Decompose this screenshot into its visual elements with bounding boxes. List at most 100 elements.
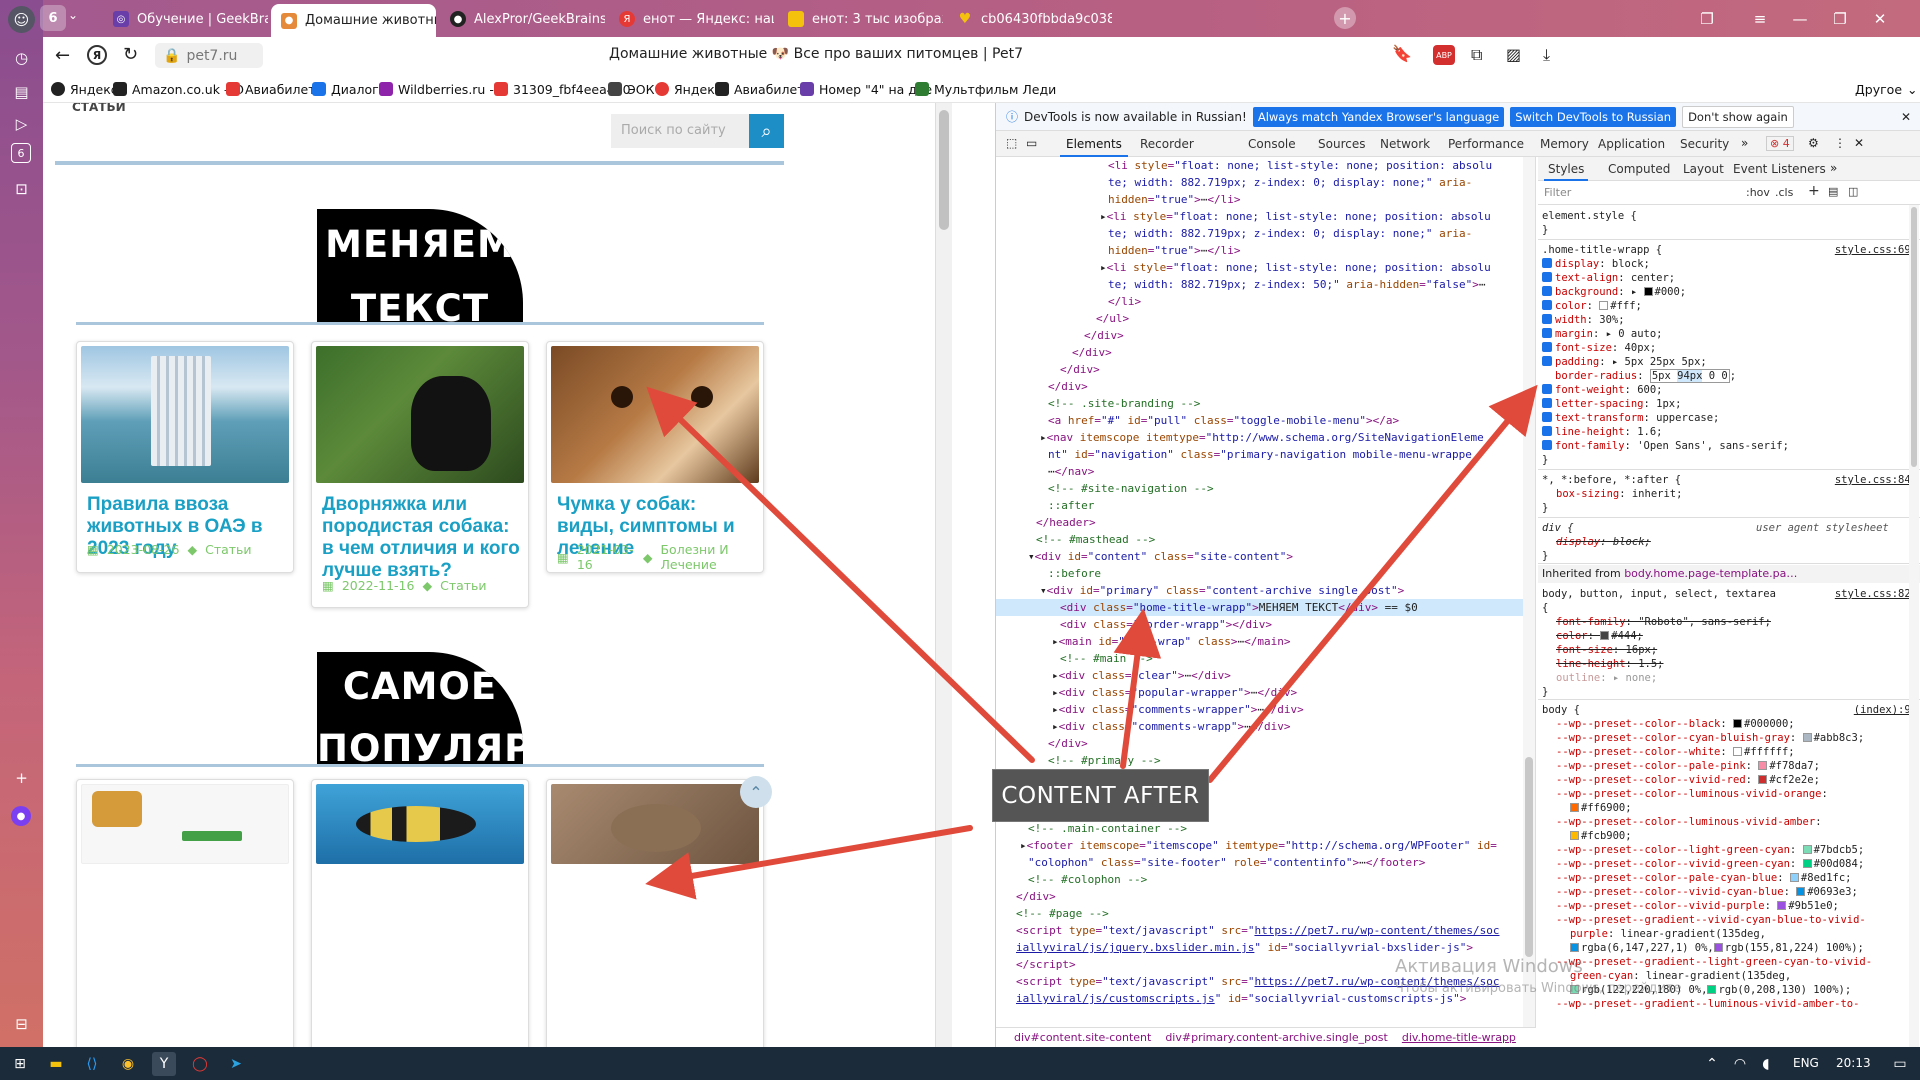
style-prop[interactable]: box-sizing: inherit; — [1556, 487, 1682, 501]
tabs-count-icon[interactable]: 6 — [11, 143, 31, 163]
style-prop[interactable]: width: 30%; — [1542, 313, 1625, 327]
dom-line[interactable]: <!-- .site-branding --> — [1048, 395, 1200, 412]
style-prop[interactable]: --wp--preset--color--light-green-cyan: #… — [1556, 843, 1864, 857]
style-prop[interactable]: #fcb900; — [1570, 829, 1632, 843]
style-prop[interactable]: purple: linear-gradient(135deg, — [1570, 927, 1766, 941]
bookmark-item[interactable]: ЭОК — [608, 79, 654, 99]
breadcrumb-item-current[interactable]: div.home-title-wrapp — [1402, 1031, 1516, 1044]
dom-line[interactable]: <!-- #page --> — [1016, 905, 1109, 922]
style-prop[interactable]: --wp--preset--gradient--vivid-cyan-blue-… — [1556, 913, 1866, 927]
bookmark-tabs-icon[interactable]: ❐ — [1687, 0, 1727, 37]
dom-line[interactable]: </div> — [1048, 735, 1088, 752]
bookmark-item[interactable]: Яндекс — [51, 79, 118, 99]
dom-line[interactable]: ▸<footer itemscope="itemscope" itemtype=… — [1020, 837, 1497, 854]
dom-line-selected[interactable]: <div class="home-title-wrapp">МЕНЯЕМ ТЕК… — [996, 599, 1523, 616]
dom-line[interactable]: ::after — [1048, 497, 1094, 514]
close-icon[interactable]: ✕ — [1901, 110, 1911, 124]
sidebar-icon[interactable]: ◫ — [1848, 185, 1858, 199]
dom-line[interactable]: ▸<div class="clear">⋯</div> — [1052, 667, 1231, 684]
style-prop-overridden[interactable]: font-size: 16px; — [1556, 643, 1657, 657]
style-prop[interactable]: --wp--preset--color--cyan-bluish-gray: #… — [1556, 731, 1864, 745]
popular-card[interactable] — [76, 779, 294, 1047]
dom-line[interactable]: <!-- #masthead --> — [1036, 531, 1155, 548]
back-icon[interactable]: ← — [55, 45, 70, 66]
search-button[interactable]: ⌕ — [749, 114, 784, 148]
tab-console[interactable]: Console — [1248, 131, 1296, 157]
chevron-down-icon[interactable]: ⌄ — [68, 8, 78, 22]
dom-line[interactable]: ::before — [1048, 565, 1101, 582]
tab-counter-button[interactable]: 6 — [40, 5, 66, 31]
dom-line[interactable]: <!-- #primary --> — [1048, 752, 1161, 769]
dom-line[interactable]: "colophon" class="site-footer" role="con… — [1028, 854, 1425, 871]
more-tabs-icon[interactable]: » — [1830, 161, 1837, 175]
style-prop[interactable]: --wp--preset--color--vivid-green-cyan: #… — [1556, 857, 1864, 871]
search-input[interactable]: Поиск по сайту — [611, 114, 749, 148]
article-category[interactable]: Статьи — [205, 542, 251, 557]
tab-images[interactable]: енот: 3 тыс изображений — [778, 4, 943, 34]
wifi-icon[interactable]: ◠ — [1728, 1052, 1752, 1076]
bookmarks-other[interactable]: Другое ⌄ — [1855, 79, 1918, 99]
article-title[interactable]: Дворняжка или породистая собака: в чем о… — [322, 494, 520, 582]
style-prop-overridden[interactable]: color: #444; — [1556, 629, 1643, 643]
style-prop[interactable]: --wp--preset--color--pale-pink: #f78da7; — [1556, 759, 1820, 773]
dom-line[interactable]: ▾<div id="content" class="site-content"> — [1028, 548, 1293, 565]
profile-avatar[interactable]: ☺ — [8, 6, 35, 33]
style-prop[interactable]: font-weight: 600; — [1542, 383, 1662, 397]
history-icon[interactable]: ◷ — [8, 44, 35, 71]
dom-line[interactable]: te; width: 882.719px; z-index: 0; displa… — [1108, 174, 1472, 191]
style-prop[interactable]: #ff6900; — [1570, 801, 1632, 815]
style-prop[interactable]: --wp--preset--color--black: #000000; — [1556, 717, 1795, 731]
dom-line[interactable]: ⋯</nav> — [1048, 463, 1094, 480]
bookmark-item[interactable]: Номер "4" на две — [800, 79, 932, 99]
style-prop[interactable]: padding: ▸ 5px 25px 5px; — [1542, 355, 1707, 369]
device-toolbar-icon[interactable]: ▭ — [1026, 136, 1037, 150]
tab-performance[interactable]: Performance — [1448, 131, 1524, 157]
add-rule-icon[interactable]: + — [1808, 184, 1820, 198]
style-prop[interactable]: --wp--preset--color--vivid-purple: #9b51… — [1556, 899, 1839, 913]
tab-layout[interactable]: Layout — [1683, 157, 1724, 181]
dom-line[interactable]: </div> — [1016, 888, 1056, 905]
bookmark-item[interactable]: Яндекс — [655, 79, 722, 99]
add-panel-icon[interactable]: + — [8, 764, 35, 791]
dom-line[interactable]: ▸<div class="comments-wrapp">⋯</div> — [1052, 718, 1290, 735]
window-close-icon[interactable]: ✕ — [1860, 0, 1900, 37]
scroll-thumb[interactable] — [939, 110, 949, 230]
nav-menu-item[interactable]: СТАТЬИ — [72, 103, 126, 114]
windows-start-icon[interactable]: ⊞ — [8, 1052, 32, 1076]
language-indicator[interactable]: ENG — [1793, 1056, 1819, 1070]
dom-line[interactable]: ▸<div class="comments-wrapper">⋯</div> — [1052, 701, 1304, 718]
dom-line[interactable]: ▸<li style="float: none; list-style: non… — [1100, 259, 1491, 276]
inspect-icon[interactable]: ⬚ — [1006, 136, 1017, 150]
bookmark-item[interactable]: Wildberries.ru - м — [379, 79, 507, 99]
tab-elements[interactable]: Elements — [1060, 131, 1128, 157]
styles-scrollbar[interactable] — [1909, 205, 1919, 1047]
sidebar-toggle-icon[interactable]: ⊟ — [8, 1010, 35, 1037]
style-prop[interactable]: --wp--preset--color--white: #ffffff; — [1556, 745, 1795, 759]
kebab-menu-icon[interactable]: ⋮ — [1834, 136, 1846, 150]
dom-line[interactable]: <div class="border-wrapp"></div> — [1060, 616, 1272, 633]
elements-tree[interactable]: <li style="float: none; list-style: none… — [996, 157, 1536, 1027]
article-image[interactable] — [551, 784, 759, 864]
article-card[interactable]: Правила ввоза животных в ОАЭ в 2023 году… — [76, 341, 294, 573]
dom-line[interactable]: ▸<nav itemscope itemtype="http://www.sch… — [1040, 429, 1484, 446]
style-source-link[interactable]: style.css:694 — [1835, 243, 1917, 257]
scroll-thumb[interactable] — [1525, 757, 1533, 957]
dont-show-button[interactable]: Don't show again — [1682, 105, 1794, 128]
style-prop[interactable]: line-height: 1.6; — [1542, 425, 1662, 439]
vscode-icon[interactable]: ⟨⟩ — [80, 1052, 104, 1076]
style-prop[interactable]: font-size: 40px; — [1542, 341, 1656, 355]
style-prop[interactable]: letter-spacing: 1px; — [1542, 397, 1681, 411]
collections-toolbar-icon[interactable]: ⧉ — [1471, 45, 1482, 65]
error-badge[interactable]: ⊗ 4 — [1766, 136, 1794, 151]
style-prop[interactable]: display: block; — [1542, 257, 1650, 271]
more-tabs-icon[interactable]: » — [1741, 136, 1748, 150]
dom-line[interactable]: <script type="text/javascript" src="http… — [1016, 922, 1500, 939]
article-image[interactable] — [316, 784, 524, 864]
notifications-icon[interactable]: ▭ — [1888, 1052, 1912, 1076]
telegram-icon[interactable]: ➤ — [224, 1052, 248, 1076]
tab-security[interactable]: Security — [1680, 131, 1729, 157]
tab-geekbrains[interactable]: ◎ Обучение | GeekBrains - с — [103, 4, 268, 34]
scroll-thumb[interactable] — [1911, 207, 1917, 467]
dom-line[interactable]: ▸<li style="float: none; list-style: non… — [1100, 208, 1491, 225]
switch-language-button[interactable]: Switch DevTools to Russian — [1510, 106, 1677, 127]
